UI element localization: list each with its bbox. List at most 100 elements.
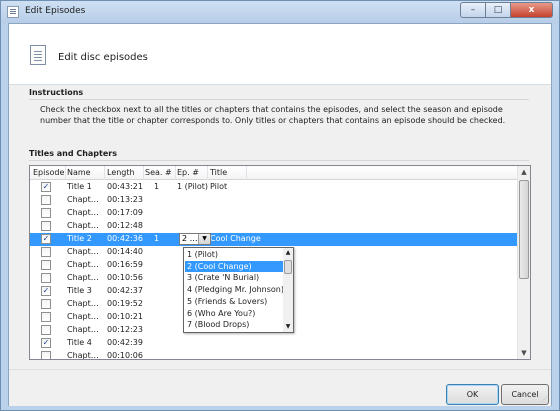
cell-episode — [177, 338, 209, 349]
episode-checkbox[interactable] — [41, 273, 51, 283]
episode-checkbox[interactable] — [41, 221, 51, 231]
instructions-heading: Instructions — [29, 88, 529, 100]
cell-name: Chapt… — [67, 260, 99, 269]
cell-season: 1 — [154, 234, 160, 243]
dialog-footer: OK Cancel ⋰ — [9, 369, 551, 406]
cell-name: Title 1 — [67, 182, 92, 191]
table-row[interactable]: ✓ Title 4 00:42:39 — [30, 337, 518, 350]
episode-checkbox[interactable]: ✓ — [41, 286, 51, 296]
ok-button[interactable]: OK — [446, 384, 499, 405]
dropdown-option[interactable]: 1 (Pilot) — [185, 249, 283, 260]
combobox-value: 2 … — [182, 234, 198, 243]
cell-season — [154, 325, 174, 336]
table-row[interactable]: ✓ Title 2 00:42:36 1 Cool Change 2 … ▼ — [30, 233, 518, 246]
window-title: Edit Episodes — [25, 6, 86, 16]
dropdown-option[interactable]: 3 (Crate 'N Burial) — [185, 272, 283, 283]
title-bar[interactable]: Edit Episodes – □ x — [1, 1, 559, 23]
cell-season — [154, 208, 174, 219]
column-episode[interactable]: Episode — [33, 168, 64, 178]
column-separator[interactable] — [246, 166, 247, 180]
resize-grip-icon[interactable]: ⋰ — [541, 396, 549, 404]
cell-title — [210, 221, 290, 232]
cell-season — [154, 286, 174, 297]
cell-name: Chapt… — [67, 351, 99, 360]
cell-season — [154, 221, 174, 232]
cell-length: 00:10:56 — [107, 273, 143, 282]
table-row[interactable]: Chapt… 00:17:09 — [30, 207, 518, 220]
table-row[interactable]: ✓ Title 1 00:43:21 1 1 (Pilot) Pilot — [30, 181, 518, 194]
cell-name: Title 2 — [67, 234, 92, 243]
cell-episode — [177, 195, 209, 206]
vertical-scrollbar[interactable]: ▲ ▼ — [517, 166, 530, 359]
cell-name: Chapt… — [67, 208, 99, 217]
dropdown-option[interactable]: 7 (Blood Drops) — [185, 319, 283, 330]
maximize-button[interactable]: □ — [486, 2, 511, 18]
episode-checkbox[interactable] — [41, 325, 51, 335]
column-separator[interactable] — [207, 166, 208, 180]
column-length[interactable]: Length — [107, 168, 135, 178]
episode-checkbox[interactable]: ✓ — [41, 182, 51, 192]
table-row[interactable]: Chapt… 00:12:48 — [30, 220, 518, 233]
document-icon — [30, 45, 46, 65]
cell-name: Chapt… — [67, 312, 99, 321]
column-episode-number[interactable]: Ep. # — [177, 168, 199, 178]
episode-checkbox[interactable] — [41, 299, 51, 309]
column-name[interactable]: Name — [67, 168, 91, 178]
scroll-down-icon[interactable]: ▼ — [518, 347, 530, 359]
episode-dropdown-list[interactable]: 1 (Pilot) 2 (Cool Change) 3 (Crate 'N Buri… — [183, 247, 294, 333]
dropdown-scrollbar[interactable]: ▲ ▼ — [283, 248, 293, 332]
cell-length: 00:12:23 — [107, 325, 143, 334]
cell-title — [210, 338, 290, 349]
dropdown-scroll-up-icon[interactable]: ▲ — [283, 248, 293, 258]
column-separator[interactable] — [143, 166, 144, 180]
dropdown-scroll-thumb[interactable] — [284, 260, 292, 274]
column-title[interactable]: Title — [210, 168, 227, 178]
dropdown-option[interactable]: 5 (Friends & Lovers) — [185, 296, 283, 307]
cell-length: 00:10:06 — [107, 351, 143, 360]
cell-season: 1 — [154, 182, 160, 191]
cell-name: Chapt… — [67, 299, 99, 308]
cell-season — [154, 351, 174, 359]
column-separator[interactable] — [104, 166, 105, 180]
scroll-thumb[interactable] — [519, 180, 529, 279]
close-button[interactable]: x — [511, 2, 553, 18]
dropdown-option[interactable]: 6 (Who Are You?) — [185, 308, 283, 319]
dropdown-option[interactable]: 4 (Pledging Mr. Johnson) — [185, 284, 284, 295]
episode-checkbox[interactable] — [41, 208, 51, 218]
cell-title: Pilot — [210, 182, 228, 191]
episode-checkbox[interactable]: ✓ — [41, 338, 51, 348]
dropdown-option[interactable]: 2 (Cool Change) — [185, 260, 283, 272]
dialog-client-area: Edit disc episodes Instructions Check th… — [8, 23, 552, 406]
episode-checkbox[interactable] — [41, 351, 51, 359]
chevron-down-icon[interactable]: ▼ — [198, 234, 210, 244]
instructions-text: Check the checkbox next to all the title… — [40, 105, 506, 125]
table-row[interactable]: Chapt… 00:10:06 — [30, 350, 518, 360]
cell-episode — [177, 221, 209, 232]
dropdown-scroll-down-icon[interactable]: ▼ — [283, 322, 293, 332]
column-separator[interactable] — [175, 166, 176, 180]
dialog-heading: Edit disc episodes — [58, 52, 148, 63]
cell-length: 00:13:23 — [107, 195, 143, 204]
cell-length: 00:10:21 — [107, 312, 143, 321]
cell-title — [210, 195, 290, 206]
column-separator[interactable] — [65, 166, 66, 180]
episode-number-combobox[interactable]: 2 … ▼ — [179, 233, 211, 245]
caption-buttons: – □ x — [460, 2, 553, 18]
column-season[interactable]: Sea. # — [145, 168, 172, 178]
minimize-button[interactable]: – — [460, 2, 486, 18]
scroll-up-icon[interactable]: ▲ — [518, 166, 530, 178]
dialog-header: Edit disc episodes — [9, 24, 551, 84]
cell-title: Cool Change — [210, 234, 261, 243]
cell-name: Title 4 — [67, 338, 92, 347]
episode-checkbox[interactable] — [41, 247, 51, 257]
cell-length: 00:42:37 — [107, 286, 143, 295]
table-row[interactable]: Chapt… 00:13:23 — [30, 194, 518, 207]
cell-name: Chapt… — [67, 325, 99, 334]
episode-checkbox[interactable] — [41, 260, 51, 270]
episode-checkbox[interactable]: ✓ — [41, 234, 51, 244]
episode-checkbox[interactable] — [41, 312, 51, 322]
episode-checkbox[interactable] — [41, 195, 51, 205]
cell-name: Chapt… — [67, 221, 99, 230]
edit-episodes-window: Edit Episodes – □ x Edit disc episodes I… — [0, 0, 560, 411]
cell-name: Chapt… — [67, 273, 99, 282]
